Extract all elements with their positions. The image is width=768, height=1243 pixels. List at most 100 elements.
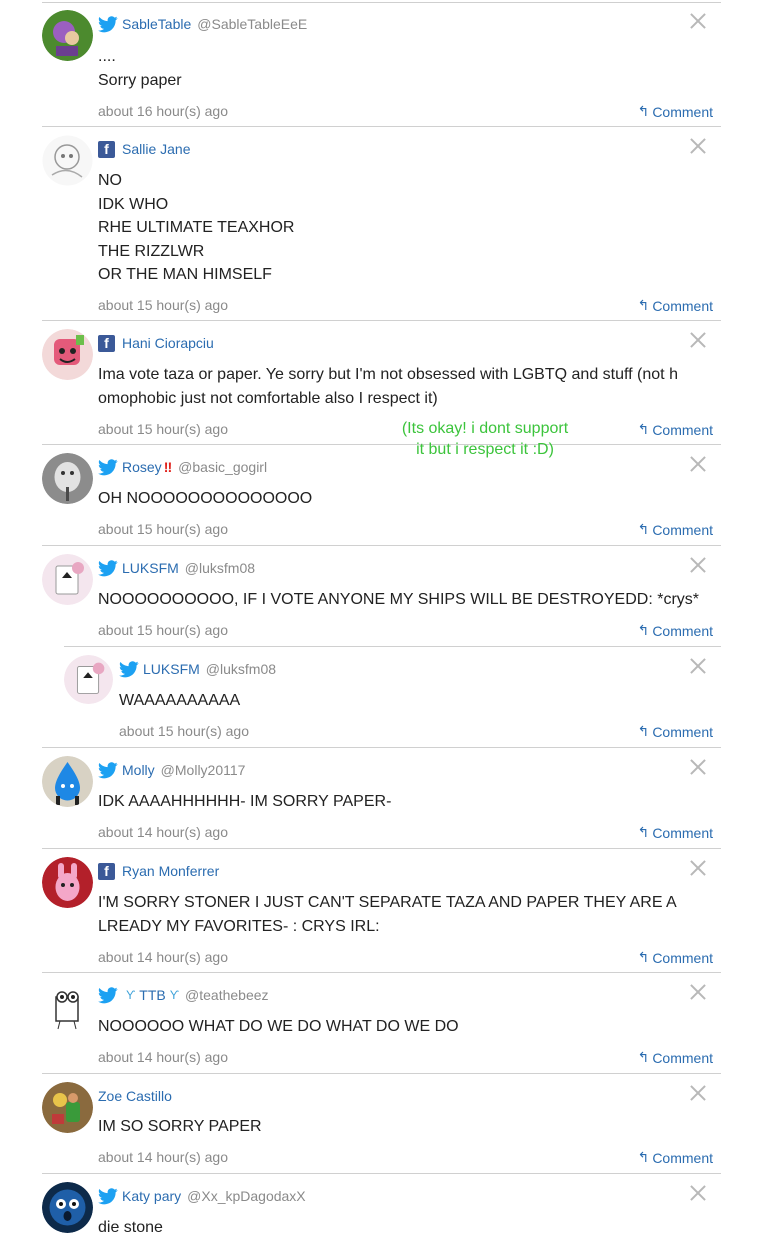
author-handle[interactable]: @luksfm08 [206, 661, 276, 677]
twitter-icon [98, 559, 118, 577]
comment-button-label: Comment [652, 824, 713, 841]
author-name[interactable]: LUKSFM [143, 661, 200, 677]
avatar[interactable] [42, 554, 93, 605]
comment-text: die stone [98, 1219, 163, 1236]
timestamp: about 15 hour(s) ago [98, 421, 228, 437]
comment-meta: Zoe Castillo [98, 1085, 172, 1107]
avatar[interactable] [42, 135, 93, 186]
close-icon[interactable] [689, 12, 707, 30]
twitter-icon [98, 761, 118, 779]
avatar[interactable] [42, 857, 93, 908]
twitter-icon [98, 15, 118, 33]
timestamp: about 14 hour(s) ago [98, 1049, 228, 1065]
close-icon[interactable] [689, 657, 707, 675]
comment-meta: f Sallie Jane [98, 138, 191, 160]
comment-button[interactable]: ↰ Comment [638, 1149, 713, 1166]
author-name[interactable]: Sallie Jane [122, 141, 191, 157]
avatar[interactable] [64, 655, 113, 704]
close-icon[interactable] [689, 1184, 707, 1202]
close-icon[interactable] [689, 556, 707, 574]
author-name[interactable]: Ryan Monferrer [122, 863, 219, 879]
comment-button[interactable]: ↰ Comment [638, 521, 713, 538]
double-exclamation-icon: ‼ [163, 459, 173, 475]
comment-meta: Rosey ‼ @basic_gogirl [98, 456, 267, 478]
reply-arrow-icon: ↰ [637, 824, 650, 840]
comment-text: IM SO SORRY PAPER [98, 1118, 262, 1135]
author-name[interactable]: TTB [139, 987, 165, 1003]
comment-text: Ima vote taza or paper. Ye sorry but I'm… [98, 366, 678, 407]
author-handle[interactable]: @luksfm08 [185, 560, 255, 576]
comment-meta: ϒ TTB ϒ @teathebeez [98, 984, 269, 1006]
comment-button-label: Comment [652, 521, 713, 538]
comment-button[interactable]: ↰ Comment [638, 103, 713, 120]
avatar[interactable] [42, 756, 93, 807]
comment-meta: Katy pary @Xx_kpDagodaxX [98, 1185, 306, 1207]
comment-meta: LUKSFM @luksfm08 [98, 557, 255, 579]
author-handle[interactable]: @teathebeez [185, 987, 269, 1003]
close-icon[interactable] [689, 137, 707, 155]
comment-text: OH NOOOOOOOOOOOOOO [98, 490, 313, 507]
comment-item: f Ryan Monferrer I'M SORRY STONER I JUST… [42, 849, 721, 973]
timestamp: about 15 hour(s) ago [119, 723, 249, 739]
comment-button[interactable]: ↰ Comment [638, 421, 713, 438]
avatar[interactable] [42, 981, 93, 1032]
comment-text: .... Sorry paper [98, 48, 182, 89]
comment-meta: SableTable @SableTableEeE [98, 13, 307, 35]
twitter-icon [119, 660, 139, 678]
close-icon[interactable] [689, 455, 707, 473]
close-icon[interactable] [689, 983, 707, 1001]
comment-button-label: Comment [652, 723, 713, 740]
comment-item: SableTable @SableTableEeE .... Sorry pap… [42, 2, 721, 127]
timestamp: about 15 hour(s) ago [98, 297, 228, 313]
comment-button[interactable]: ↰ Comment [638, 949, 713, 966]
comment-item: Molly @Molly20117 IDK AAAAHHHHHH- IM SOR… [42, 748, 721, 849]
author-handle[interactable]: @Xx_kpDagodaxX [187, 1188, 306, 1204]
comment-item: LUKSFM @luksfm08 NOOOOOOOOOO, IF I VOTE … [42, 546, 721, 647]
author-name[interactable]: Molly [122, 762, 155, 778]
author-handle[interactable]: @Molly20117 [161, 762, 246, 778]
comment-meta: f Hani Ciorapciu [98, 332, 214, 354]
author-handle[interactable]: @SableTableEeE [197, 16, 307, 32]
reply-arrow-icon: ↰ [637, 521, 650, 537]
avatar[interactable] [42, 453, 93, 504]
reply-arrow-icon: ↰ [637, 949, 650, 965]
comment-button[interactable]: ↰ Comment [638, 1049, 713, 1066]
comment-button[interactable]: ↰ Comment [638, 723, 713, 740]
comment-meta: LUKSFM @luksfm08 [119, 658, 276, 680]
author-name[interactable]: SableTable [122, 16, 191, 32]
avatar[interactable] [42, 329, 93, 380]
timestamp: about 14 hour(s) ago [98, 824, 228, 840]
comment-text: I'M SORRY STONER I JUST CAN'T SEPARATE T… [98, 894, 677, 935]
comment-meta: f Ryan Monferrer [98, 860, 219, 882]
reply-arrow-icon: ↰ [637, 622, 650, 638]
facebook-icon: f [98, 862, 115, 880]
antenna-icon: ϒ [169, 988, 180, 1002]
close-icon[interactable] [689, 331, 707, 349]
timestamp: about 14 hour(s) ago [98, 1149, 228, 1165]
author-name[interactable]: Zoe Castillo [98, 1088, 172, 1104]
comment-text: WAAAAAAAAAA [119, 692, 241, 709]
comment-button[interactable]: ↰ Comment [638, 622, 713, 639]
author-name[interactable]: Hani Ciorapciu [122, 335, 214, 351]
reply-arrow-icon: ↰ [637, 103, 650, 119]
close-icon[interactable] [689, 1084, 707, 1102]
comment-item: Zoe Castillo IM SO SORRY PAPER about 14 … [42, 1074, 721, 1174]
avatar[interactable] [42, 1182, 93, 1233]
author-name[interactable]: Rosey [122, 459, 162, 475]
author-name[interactable]: Katy pary [122, 1188, 181, 1204]
close-icon[interactable] [689, 758, 707, 776]
comment-button[interactable]: ↰ Comment [638, 824, 713, 841]
comment-text: NO IDK WHO RHE ULTIMATE TEAXHOR THE RIZZ… [98, 172, 295, 283]
comment-item: ϒ TTB ϒ @teathebeez NOOOOOO WHAT DO WE D… [42, 973, 721, 1074]
comment-button-label: Comment [652, 1049, 713, 1066]
comment-text: IDK AAAAHHHHHH- IM SORRY PAPER- [98, 793, 392, 810]
author-name[interactable]: LUKSFM [122, 560, 179, 576]
twitter-icon [98, 986, 118, 1004]
avatar[interactable] [42, 10, 93, 61]
avatar[interactable] [42, 1082, 93, 1133]
close-icon[interactable] [689, 859, 707, 877]
reply-item: LUKSFM @luksfm08 WAAAAAAAAAA about 15 ho… [42, 647, 721, 748]
comment-button[interactable]: ↰ Comment [638, 297, 713, 314]
annotation-note: (Its okay! i dont support it but i respe… [401, 420, 569, 458]
author-handle[interactable]: @basic_gogirl [178, 459, 267, 475]
